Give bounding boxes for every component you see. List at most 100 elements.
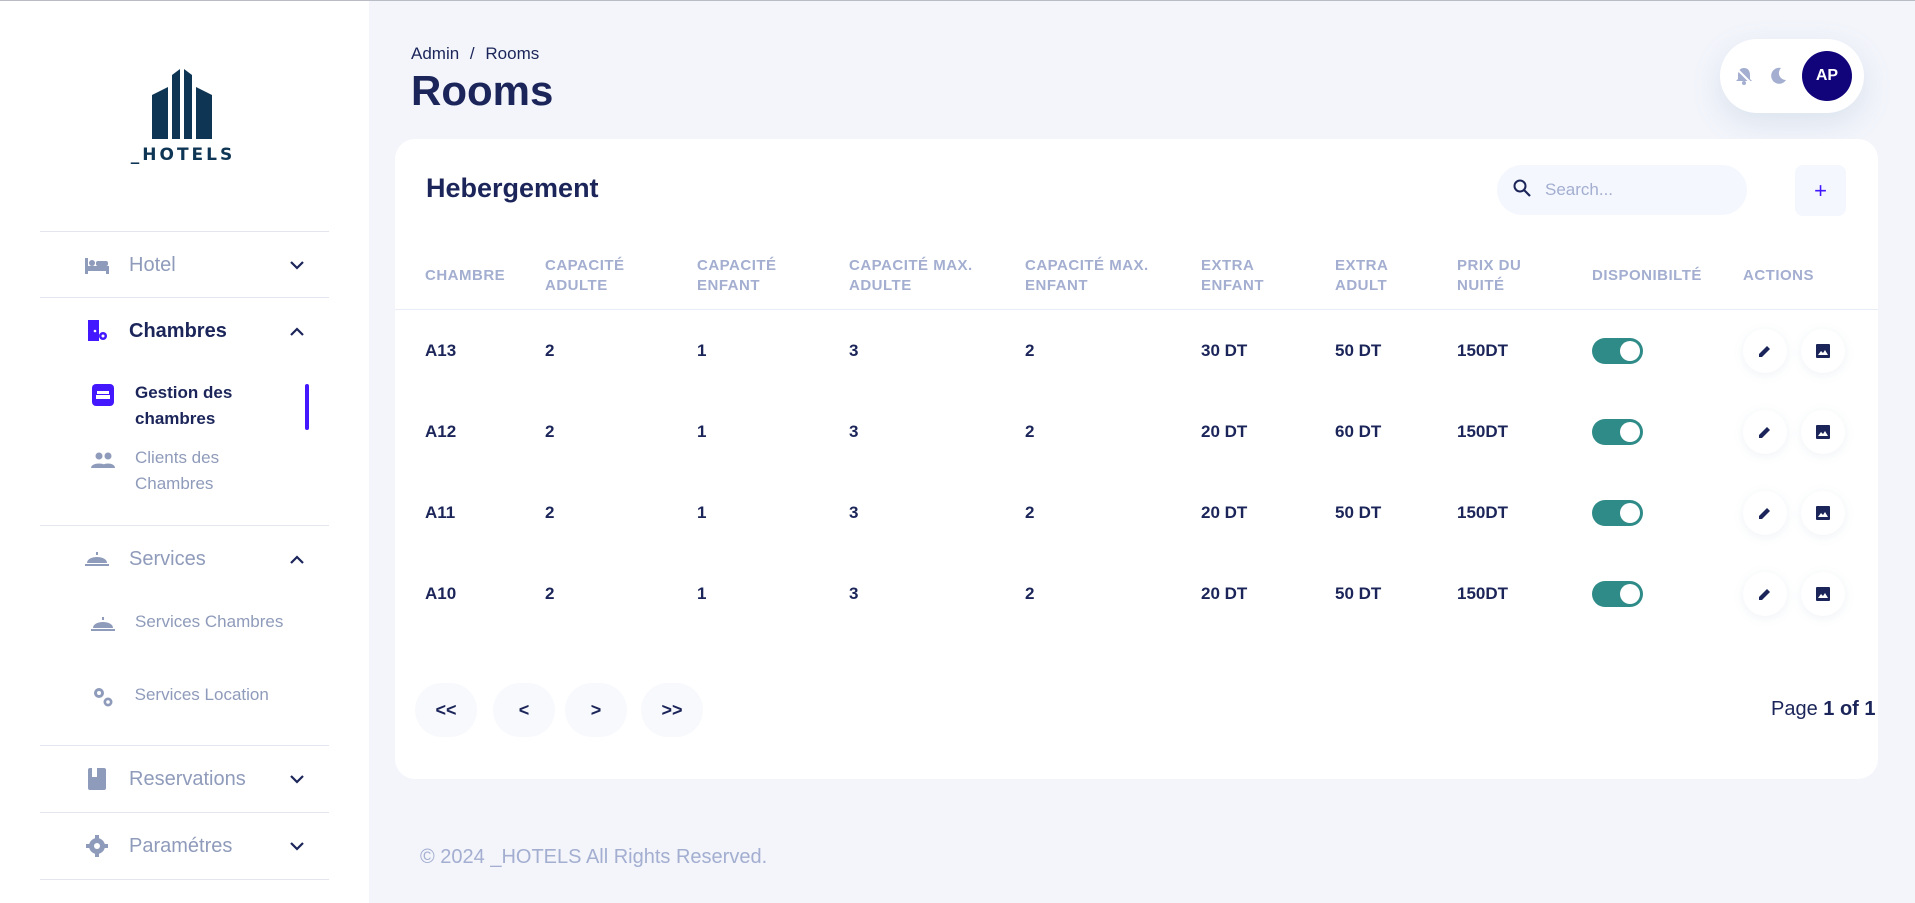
building-logo-icon (152, 69, 212, 139)
availability-toggle[interactable] (1592, 338, 1643, 364)
column-header-line: EXTRA (1335, 257, 1389, 274)
sidebar-item-clients-chambres[interactable]: Clients des Chambres (90, 445, 312, 497)
search-icon (1513, 179, 1531, 202)
column-header-capacite-max-adulte: CAPACITÉ MAX. ADULTE (849, 256, 973, 296)
column-header-capacite-enfant: CAPACITÉ ENFANT (697, 256, 777, 296)
room-service-icon (90, 611, 116, 637)
first-page-button[interactable]: << (415, 683, 477, 737)
cell-capacite-enfant: 1 (697, 422, 707, 441)
edit-button[interactable] (1743, 329, 1787, 373)
column-header-chambre: CHAMBRE (425, 266, 505, 286)
image-button[interactable] (1801, 410, 1845, 454)
cell-extra-enfant: 20 DT (1201, 584, 1248, 603)
pencil-icon (1759, 508, 1770, 519)
edit-button[interactable] (1743, 491, 1787, 535)
edit-button[interactable] (1743, 572, 1787, 616)
nav-label-chambres: Chambres (129, 319, 227, 342)
chevron-up-icon (287, 549, 307, 569)
sidebar: _HOTELS Hotel Chambres Gestion des chamb… (0, 1, 369, 903)
cell-extra-enfant: 20 DT (1201, 422, 1248, 441)
sidebar-item-label: Gestion des chambres (135, 383, 233, 428)
book-icon (85, 767, 109, 791)
pencil-icon (1759, 589, 1770, 600)
column-header-capacite-adulte: CAPACITÉ ADULTE (545, 256, 625, 296)
sidebar-item-services-location[interactable]: Services Location (90, 682, 312, 710)
cell-capacite-adulte: 2 (545, 341, 555, 360)
sidebar-item-services-chambres[interactable]: Services Chambres (90, 609, 312, 637)
pencil-icon (1759, 427, 1770, 438)
topbar-actions: AP (1720, 39, 1864, 113)
sidebar-item-gestion-chambres[interactable]: Gestion des chambres (90, 380, 312, 432)
notifications-off-icon[interactable] (1732, 64, 1756, 88)
breadcrumb-separator: / (469, 44, 475, 63)
page-indicator: Page 1 of 1 (1771, 698, 1876, 721)
moon-icon[interactable] (1766, 64, 1790, 88)
last-page-button[interactable]: >> (641, 683, 703, 737)
cell-capacite-adulte: 2 (545, 503, 555, 522)
cell-extra-adult: 50 DT (1335, 503, 1382, 522)
image-button[interactable] (1801, 329, 1845, 373)
nav-group-hotel[interactable]: Hotel (40, 233, 329, 297)
image-button[interactable] (1801, 491, 1845, 535)
prev-page-button[interactable]: < (493, 683, 555, 737)
cell-capacite-enfant: 1 (697, 503, 707, 522)
breadcrumb-item-rooms: Rooms (485, 44, 540, 63)
availability-toggle[interactable] (1592, 419, 1643, 445)
column-header-line: PRIX DU (1457, 257, 1522, 274)
cell-capacite-adulte: 2 (545, 584, 555, 603)
breadcrumb-item-admin[interactable]: Admin (411, 44, 459, 63)
cell-extra-adult: 50 DT (1335, 584, 1382, 603)
nav-label-hotel: Hotel (129, 253, 176, 276)
column-header-extra-adult: EXTRA ADULT (1335, 256, 1388, 296)
image-button[interactable] (1801, 572, 1845, 616)
nav-group-reservations[interactable]: Reservations (40, 747, 329, 811)
sidebar-item-label: Services Location (134, 685, 269, 704)
column-header-actions: ACTIONS (1743, 266, 1814, 286)
cell-max-enfant: 2 (1025, 422, 1035, 441)
search-input[interactable] (1545, 180, 1725, 200)
column-header-line: CAPACITÉ (545, 257, 625, 274)
logo-text: _HOTELS (130, 145, 236, 165)
column-header-line: ENFANT (1201, 277, 1264, 294)
nav-label-parametres: Paramétres (129, 834, 233, 857)
bed-icon (85, 253, 109, 277)
cell-prix: 150DT (1457, 584, 1509, 603)
gear-icon (85, 834, 109, 858)
sidebar-item-label: Services Chambres (135, 612, 284, 631)
column-header-line: ADULTE (849, 277, 912, 294)
rooms-table-card: Hebergement + CHAMBRE CAPACITÉ ADULTE CA… (395, 139, 1878, 779)
nav-group-parametres[interactable]: Paramétres (40, 814, 329, 878)
card-title: Hebergement (426, 173, 599, 203)
nav-group-chambres[interactable]: Chambres (40, 299, 329, 363)
column-header-capacite-max-enfant: CAPACITÉ MAX. ENFANT (1025, 256, 1149, 296)
column-header-line: NUITÉ (1457, 277, 1505, 294)
add-room-button[interactable]: + (1795, 165, 1846, 216)
next-page-button[interactable]: > (565, 683, 627, 737)
sidebar-item-label: Clients des Chambres (135, 448, 220, 493)
active-indicator (305, 384, 309, 430)
chevron-up-icon (287, 321, 307, 341)
hotels-logo[interactable]: _HOTELS (128, 65, 238, 175)
avatar[interactable]: AP (1802, 51, 1852, 101)
breadcrumb: Admin / Rooms (411, 44, 545, 64)
cell-max-enfant: 2 (1025, 503, 1035, 522)
cell-max-enfant: 2 (1025, 584, 1035, 603)
divider (40, 297, 329, 298)
edit-button[interactable] (1743, 410, 1787, 454)
cell-max-enfant: 2 (1025, 341, 1035, 360)
cell-prix: 150DT (1457, 422, 1509, 441)
nav-group-services[interactable]: Services (40, 527, 329, 591)
availability-toggle[interactable] (1592, 581, 1643, 607)
availability-toggle[interactable] (1592, 500, 1643, 526)
column-header-line: CHAMBRE (425, 267, 506, 284)
column-header-line: ADULTE (545, 277, 608, 294)
cell-chambre: A13 (425, 341, 457, 360)
column-header-line: CAPACITÉ MAX. (1025, 257, 1149, 274)
room-service-icon (85, 547, 109, 571)
column-header-line: EXTRA (1201, 257, 1255, 274)
column-header-line: ACTIONS (1743, 267, 1814, 284)
cell-chambre: A11 (425, 503, 456, 522)
cell-capacite-adulte: 2 (545, 422, 555, 441)
column-header-line: ADULT (1335, 277, 1388, 294)
divider (40, 525, 329, 526)
